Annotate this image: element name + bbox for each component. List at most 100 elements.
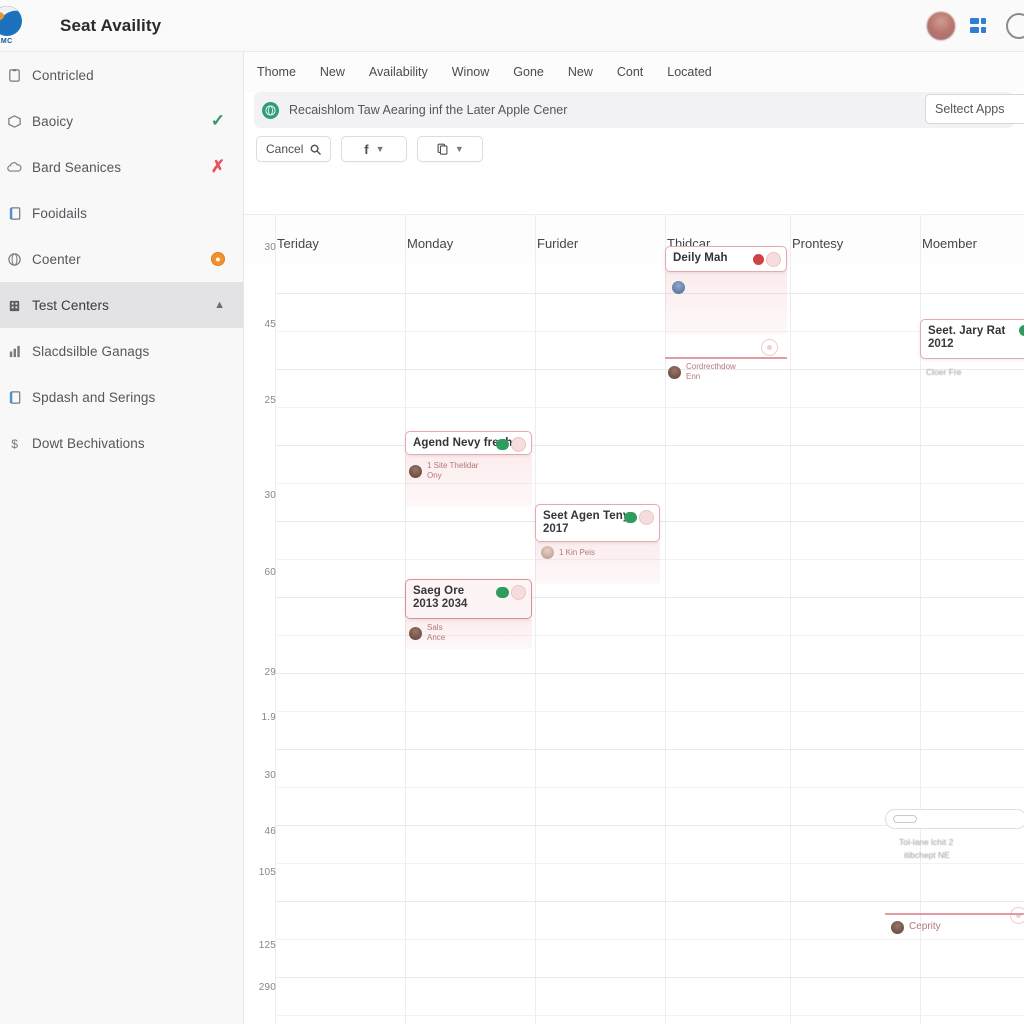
- book-icon: [0, 390, 22, 405]
- pill-caption-line1: Tol-lane lchit 2: [899, 837, 954, 847]
- sidebar-item-label: Fooidails: [32, 205, 87, 221]
- event-status-ring-icon: [761, 339, 778, 356]
- event-card-saeg-ore[interactable]: Saeg Ore 2013 2034: [405, 579, 532, 619]
- event-attendee: 1 Site Thelidar Ony: [409, 461, 478, 481]
- grid-row-line: [275, 901, 1024, 902]
- sidebar-item-coenter[interactable]: Coenter ●: [0, 236, 243, 282]
- grid-column-line: [665, 215, 666, 1024]
- user-avatar[interactable]: [926, 11, 956, 41]
- status-badge-ring-icon: [511, 585, 526, 600]
- menu-item-gone[interactable]: Gone: [513, 65, 544, 79]
- help-circle-icon[interactable]: [1006, 13, 1024, 39]
- menu-item-located[interactable]: Located: [667, 65, 711, 79]
- time-label: 30: [264, 490, 276, 501]
- copy-icon: [437, 143, 448, 155]
- menu-item-thome[interactable]: Thome: [257, 65, 296, 79]
- pill-placeholder: [893, 815, 917, 823]
- box-icon: [0, 114, 22, 129]
- avatar: [668, 365, 681, 379]
- event-attendee-name: 1 Site Thelidar Ony: [427, 461, 478, 481]
- event-card-deily-mah[interactable]: Deily Mah: [665, 246, 787, 272]
- sidebar-item-label: Baoicy: [32, 113, 74, 129]
- day-header-furider[interactable]: Furider: [537, 236, 578, 251]
- event-divider-bar: [885, 913, 1024, 915]
- event-attendee-line2: Ance: [427, 633, 446, 642]
- event-card-seet-jary-rat[interactable]: Seet. Jary Rat 2012: [920, 319, 1024, 359]
- event-attendee-name: Sals Ance: [427, 623, 445, 643]
- sidebar-collapse-toggle[interactable]: ▲: [214, 299, 225, 311]
- status-badge-green-icon: [496, 439, 509, 450]
- day-header-monday[interactable]: Monday: [407, 236, 453, 251]
- status-badge-green-icon: [624, 512, 637, 523]
- copy-dropdown-button[interactable]: ▼: [417, 136, 484, 162]
- address-bar[interactable]: Recaishlom Taw Aearing inf the Later App…: [254, 92, 1024, 128]
- event-attendee: [672, 281, 685, 294]
- status-badge-red-icon: [753, 254, 764, 265]
- event-attendee: 1 Kin Peis: [541, 546, 595, 559]
- cancel-button[interactable]: Cancel: [256, 136, 332, 162]
- font-dropdown-label: f: [364, 141, 369, 157]
- event-badges: [496, 585, 526, 600]
- sidebar-item-dowt-bechivations[interactable]: $ Dowt Bechivations: [0, 420, 243, 466]
- apps-grid-icon[interactable]: [970, 17, 992, 35]
- time-label: 30: [264, 242, 276, 253]
- app-logo[interactable]: AAMC: [0, 0, 52, 52]
- sidebar-item-bard-seanices[interactable]: Bard Seanices ✗: [0, 144, 243, 190]
- time-label: 1.9: [261, 712, 276, 723]
- sidebar-item-test-centers[interactable]: Test Centers ▲: [0, 282, 243, 328]
- sidebar-item-contricled[interactable]: Contricled: [0, 52, 243, 98]
- sidebar-item-baoicy[interactable]: Baoicy ✓: [0, 98, 243, 144]
- event-card-seet-agen-teny[interactable]: Seet Agen Teny 2017: [535, 504, 660, 542]
- menu-item-winow[interactable]: Winow: [452, 65, 490, 79]
- font-dropdown-button[interactable]: f ▼: [341, 136, 408, 162]
- event-title: Seet. Jary Rat: [928, 325, 1006, 337]
- grid-row-line: [275, 977, 1024, 978]
- menu-item-cont[interactable]: Cont: [617, 65, 643, 79]
- chart-icon: [0, 344, 22, 359]
- svg-text:$: $: [11, 437, 18, 451]
- time-label: 125: [258, 940, 276, 951]
- top-bar: AAMC Seat Availity: [0, 0, 1024, 52]
- event-attendee-line1: 1 Kin Peis: [559, 547, 596, 557]
- event-subtitle: 2012: [928, 338, 954, 350]
- day-header-moember[interactable]: Moember: [922, 236, 977, 251]
- close-icon: ✗: [210, 157, 225, 176]
- event-attendee-line1: 1 Site Thelidar: [427, 461, 479, 470]
- grid-column-line: [790, 215, 791, 1024]
- grid-row-line: [275, 597, 1024, 598]
- logo-subtext: AAMC: [0, 37, 13, 45]
- grid-row-line: [275, 1015, 1024, 1016]
- grid-row-line: [275, 407, 1024, 408]
- globe-icon: [0, 252, 22, 267]
- time-label: 45: [264, 319, 276, 330]
- building-icon: [0, 298, 22, 313]
- calendar-grid[interactable]: 30 45 25 30 60 29 1.9 30 46 105 125 290 …: [244, 215, 1024, 1024]
- event-attendee-name: Cordrecthdow Enn: [686, 362, 736, 382]
- sidebar-item-spdash-and-serings[interactable]: Spdash and Serings: [0, 374, 243, 420]
- grid-row-line: [275, 331, 1024, 332]
- apps-select[interactable]: Seltect Apps ▼: [925, 94, 1024, 124]
- grid-row-line: [275, 863, 1024, 864]
- sidebar-badge-dot: ●: [211, 252, 225, 266]
- sidebar-item-fooidails[interactable]: Fooidails: [0, 190, 243, 236]
- day-header-teriday[interactable]: Teriday: [277, 236, 319, 251]
- day-header-prontesy[interactable]: Prontesy: [792, 236, 843, 251]
- sidebar-badge-x: ✗: [211, 157, 225, 177]
- event-attendee-line1: Sals: [427, 623, 443, 632]
- sidebar-item-label: Spdash and Serings: [32, 389, 156, 405]
- sidebar-item-label: Test Centers: [32, 297, 109, 313]
- event-attendee: Ceprity: [891, 921, 941, 934]
- menu-item-new-2[interactable]: New: [568, 65, 593, 79]
- status-dot-icon: ●: [211, 252, 225, 266]
- inline-search-pill[interactable]: [885, 809, 1024, 829]
- event-status-ring-icon: [1010, 907, 1024, 924]
- grid-row-line: [275, 293, 1024, 294]
- event-card-agend-nevy-fresh[interactable]: Agend Nevy fresh: [405, 431, 532, 455]
- event-attendee: Cordrecthdow Enn: [668, 362, 736, 382]
- sidebar-item-slacdsilble-ganags[interactable]: Slacdsilble Ganags: [0, 328, 243, 374]
- menu-item-availability[interactable]: Availability: [369, 65, 428, 79]
- event-note: Cloer Fre: [926, 367, 962, 377]
- event-attendee: Sals Ance: [409, 623, 445, 643]
- sidebar-item-label: Bard Seanices: [32, 159, 122, 175]
- menu-item-new[interactable]: New: [320, 65, 345, 79]
